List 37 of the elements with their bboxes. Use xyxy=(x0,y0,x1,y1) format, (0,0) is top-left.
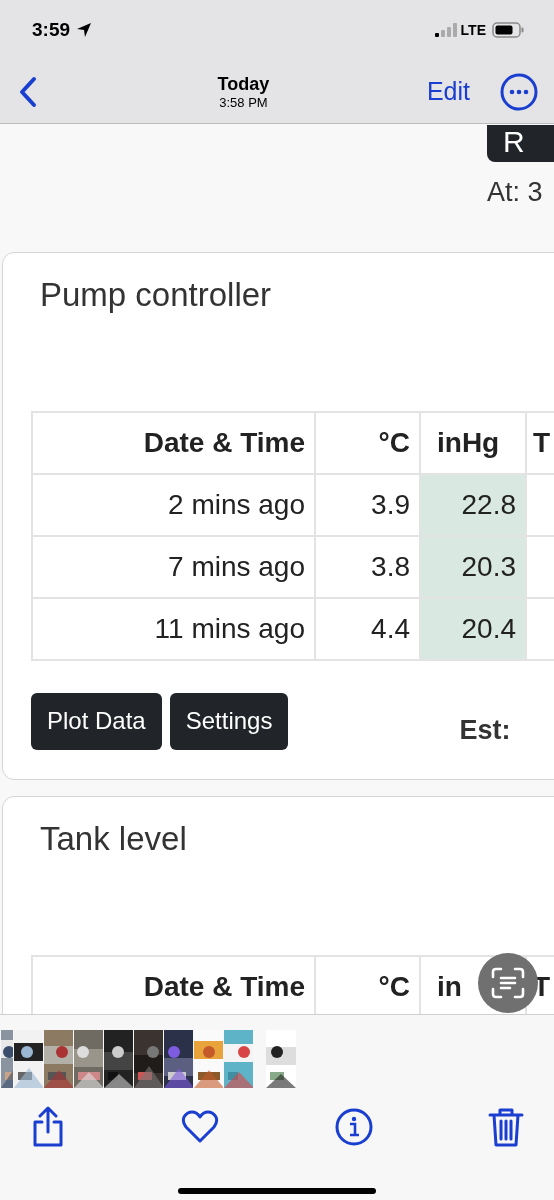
card-button[interactable]: Settings xyxy=(169,692,289,750)
action-button[interactable]: R xyxy=(487,125,554,162)
card-button[interactable]: Plot Data xyxy=(31,692,162,750)
table-cell: 3.9 xyxy=(315,474,420,536)
column-header: Date & Time xyxy=(143,427,305,458)
more-icon[interactable] xyxy=(500,73,538,111)
table-cell: 3.8 xyxy=(315,536,420,598)
table-cell: 20.4 xyxy=(420,598,526,660)
table-cell: 22.8 xyxy=(420,474,526,536)
location-arrow-icon xyxy=(76,22,93,38)
card-title: Pump controller xyxy=(40,275,273,315)
live-text-icon xyxy=(491,967,525,999)
column-header: inHg xyxy=(437,427,500,458)
edit-button[interactable]: Edit xyxy=(426,73,470,111)
table-cell: 11 mins ago xyxy=(32,598,315,660)
network-label: LTE xyxy=(460,20,486,40)
table-cell: 7 mins ago xyxy=(32,536,315,598)
table-cell: 4.4 xyxy=(315,598,420,660)
column-header: in xyxy=(437,970,462,1002)
nav-title: Today xyxy=(217,73,270,95)
card-title: Tank level xyxy=(40,818,188,859)
table-cell: 2 mins ago xyxy=(32,474,315,536)
battery-icon xyxy=(492,22,524,38)
back-chevron-icon xyxy=(18,76,38,108)
timestamp-text: At: 3 xyxy=(487,176,544,209)
heart-icon[interactable] xyxy=(181,1110,220,1144)
nav-subtitle: 3:58 PM xyxy=(219,95,268,111)
signal-icon xyxy=(434,23,457,37)
estimate-label: Est: xyxy=(459,714,511,747)
column-header: T xyxy=(533,427,551,458)
trash-icon[interactable] xyxy=(488,1107,524,1147)
column-header: °C xyxy=(378,970,410,1002)
table-cell: 20.3 xyxy=(420,536,526,598)
status-time: 3:59 xyxy=(32,17,71,42)
info-icon[interactable] xyxy=(334,1108,373,1146)
column-header: °C xyxy=(378,427,410,458)
column-header: Date & Time xyxy=(143,970,305,1002)
